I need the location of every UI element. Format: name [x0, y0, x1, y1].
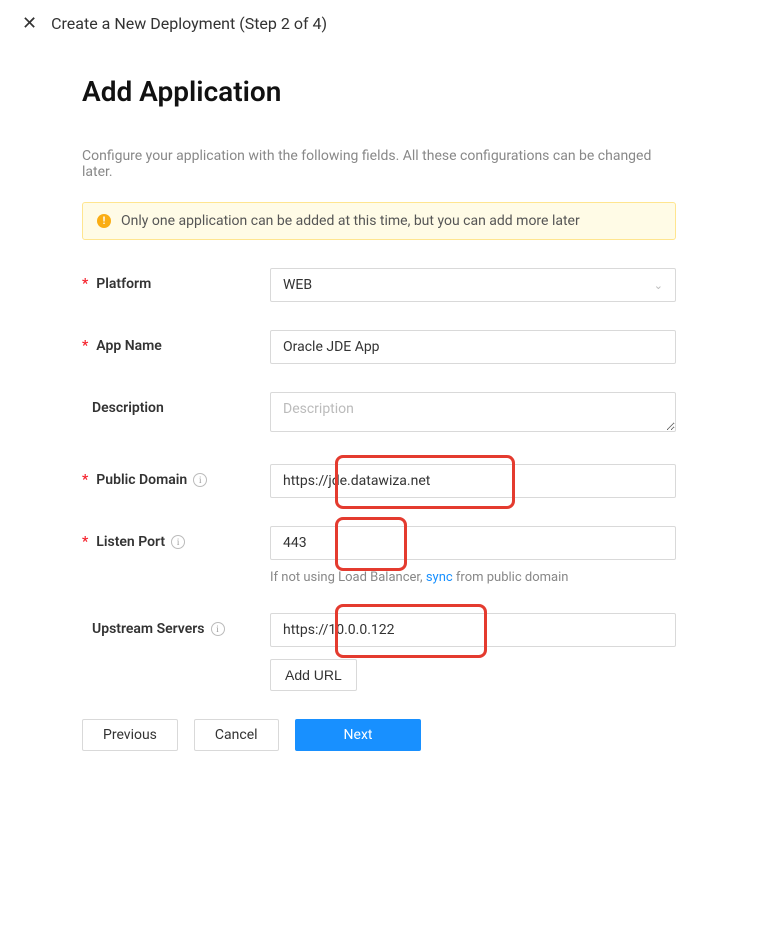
info-icon: ! [97, 214, 111, 228]
platform-value: WEB [283, 277, 312, 293]
sync-link[interactable]: sync [426, 570, 453, 585]
required-star: * [82, 534, 88, 550]
info-alert: ! Only one application can be added at t… [82, 202, 676, 240]
dialog-title: Create a New Deployment (Step 2 of 4) [51, 14, 327, 33]
cancel-button[interactable]: Cancel [194, 719, 279, 751]
description-label-text: Description [92, 400, 164, 416]
page-description: Configure your application with the foll… [82, 148, 676, 180]
description-label: Description [82, 392, 270, 416]
field-app-name: * App Name [82, 330, 676, 364]
upstream-label: Upstream Servers i [82, 613, 270, 637]
upstream-input[interactable] [270, 613, 676, 647]
field-upstream-servers: Upstream Servers i Add URL [82, 613, 676, 691]
dialog-content: Add Application Configure your applicati… [0, 47, 758, 791]
app-name-input[interactable] [270, 330, 676, 364]
alert-text: Only one application can be added at thi… [121, 213, 580, 229]
required-star: * [82, 338, 88, 354]
info-icon[interactable]: i [211, 622, 225, 636]
listen-port-label: * Listen Port i [82, 526, 270, 550]
next-button[interactable]: Next [295, 719, 422, 751]
required-star: * [82, 276, 88, 292]
chevron-down-icon: ⌄ [654, 279, 663, 292]
dialog-header: ✕ Create a New Deployment (Step 2 of 4) [0, 0, 758, 47]
listen-port-hint: If not using Load Balancer, sync from pu… [270, 570, 676, 585]
description-textarea[interactable] [270, 392, 676, 432]
info-icon[interactable]: i [193, 473, 207, 487]
public-domain-input[interactable] [270, 464, 676, 498]
platform-label: * Platform [82, 268, 270, 292]
hint-suffix: from public domain [453, 570, 569, 585]
public-domain-label: * Public Domain i [82, 464, 270, 488]
listen-port-label-text: Listen Port [96, 534, 165, 550]
listen-port-input[interactable] [270, 526, 676, 560]
upstream-label-text: Upstream Servers [92, 621, 205, 637]
public-domain-label-text: Public Domain [96, 472, 187, 488]
previous-button[interactable]: Previous [82, 719, 178, 751]
page-title: Add Application [82, 75, 676, 108]
close-icon[interactable]: ✕ [22, 15, 37, 33]
info-icon[interactable]: i [171, 535, 185, 549]
platform-select[interactable]: WEB ⌄ [270, 268, 676, 302]
required-star: * [82, 472, 88, 488]
field-platform: * Platform WEB ⌄ [82, 268, 676, 302]
platform-label-text: Platform [96, 276, 151, 292]
field-listen-port: * Listen Port i If not using Load Balanc… [82, 526, 676, 585]
app-name-label: * App Name [82, 330, 270, 354]
app-name-label-text: App Name [96, 338, 162, 354]
field-description: Description [82, 392, 676, 436]
add-url-button[interactable]: Add URL [270, 659, 357, 691]
hint-prefix: If not using Load Balancer, [270, 570, 426, 585]
field-public-domain: * Public Domain i [82, 464, 676, 498]
footer-buttons: Previous Cancel Next [82, 719, 676, 751]
